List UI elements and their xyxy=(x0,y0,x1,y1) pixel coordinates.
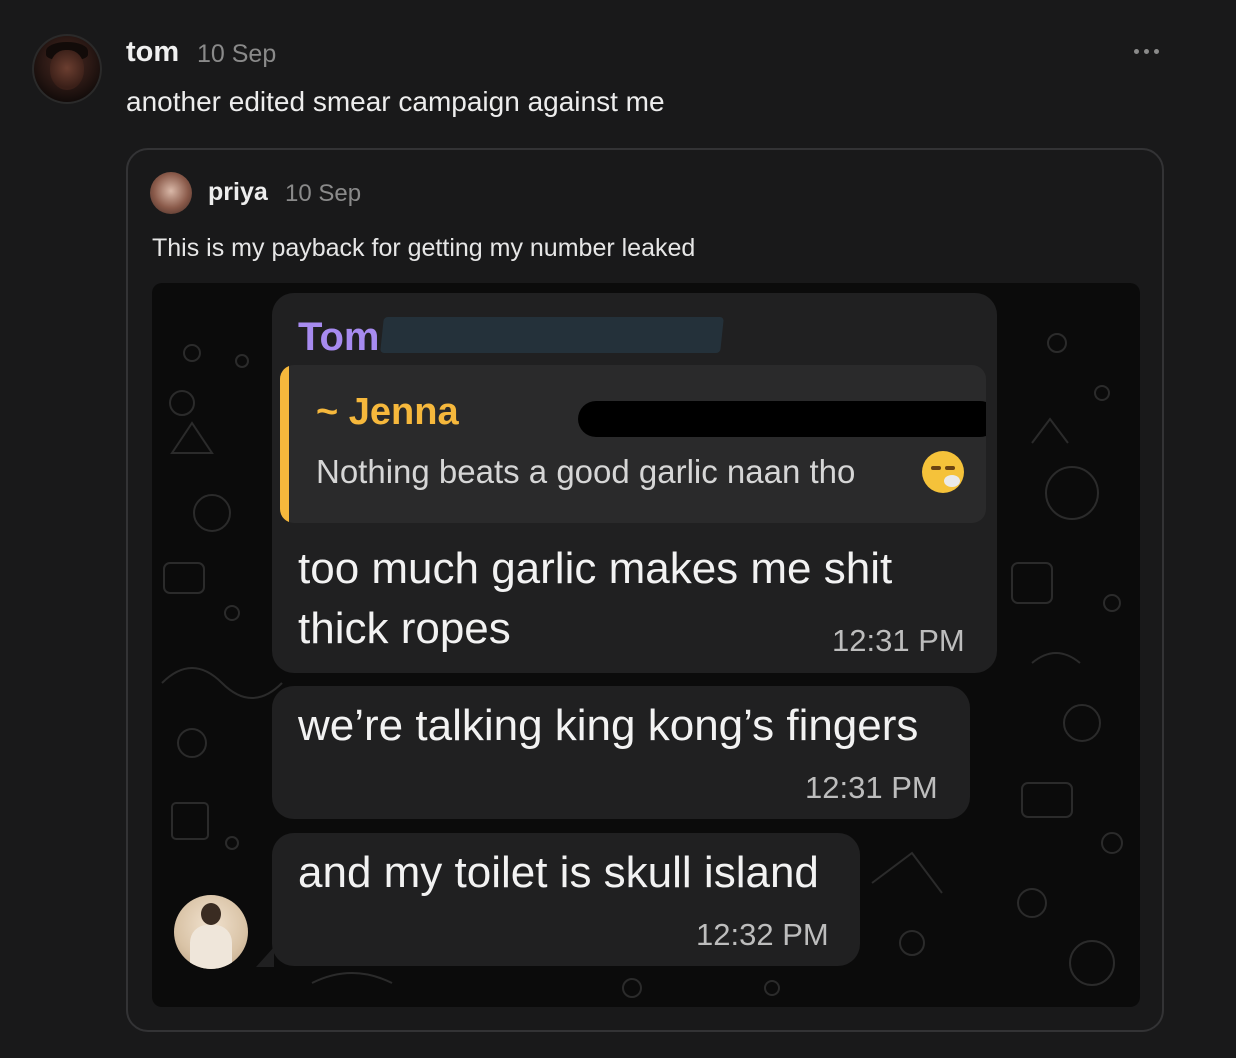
chat-message-bubble[interactable]: and my toilet is skull island 12:32 PM xyxy=(272,833,860,966)
message-timestamp: 12:31 PM xyxy=(805,770,938,805)
more-horizontal-icon[interactable] xyxy=(1130,44,1162,58)
quoted-post-date[interactable]: 10 Sep xyxy=(285,180,361,208)
reply-text: Nothing beats a good garlic naan tho xyxy=(316,453,856,490)
post-author-name[interactable]: tom xyxy=(126,36,179,69)
chat-screenshot-image[interactable]: Tom ~ Jenna Nothing beats a good garlic … xyxy=(152,283,1140,1007)
avatar-face xyxy=(50,50,84,90)
bubble-tail xyxy=(256,947,274,967)
message-timestamp: 12:31 PM xyxy=(832,623,965,658)
chat-message-bubble[interactable]: we’re talking king kong’s fingers 12:31 … xyxy=(272,686,970,819)
message-text-line: we’re talking king kong’s fingers xyxy=(298,701,919,750)
chat-sender-avatar xyxy=(174,895,248,969)
redaction-scribble xyxy=(380,317,724,353)
reply-accent-bar xyxy=(280,365,289,523)
post-text: another edited smear campaign against me xyxy=(126,86,665,117)
post-date[interactable]: 10 Sep xyxy=(197,40,276,69)
author-avatar[interactable] xyxy=(32,34,102,104)
chat-sender-name: Tom xyxy=(298,315,380,359)
message-text-line: too much garlic makes me shit xyxy=(298,544,893,593)
quoted-author-name[interactable]: priya xyxy=(208,178,268,207)
reply-quote[interactable]: ~ Jenna Nothing beats a good garlic naan… xyxy=(280,365,986,523)
quoted-post-text: This is my payback for getting my number… xyxy=(152,234,696,262)
message-text-line: and my toilet is skull island xyxy=(298,848,819,897)
quoted-author-avatar[interactable] xyxy=(150,172,192,214)
message-text-line: thick ropes xyxy=(298,604,511,653)
chat-message-bubble[interactable]: Tom ~ Jenna Nothing beats a good garlic … xyxy=(272,293,997,673)
reply-author-name: ~ Jenna xyxy=(316,391,459,433)
face-exhaling-emoji-icon xyxy=(922,451,964,493)
message-timestamp: 12:32 PM xyxy=(696,917,829,952)
redaction-scribble xyxy=(578,401,986,437)
